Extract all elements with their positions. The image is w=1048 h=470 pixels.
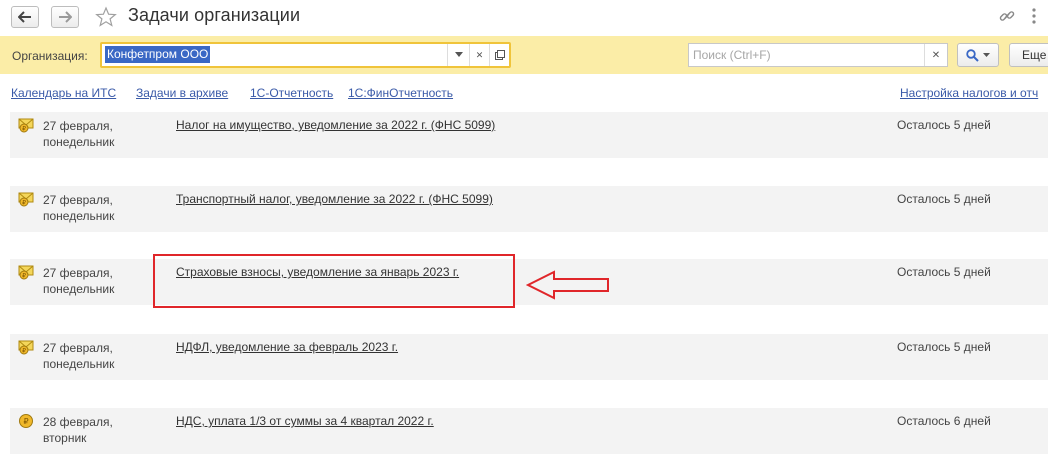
- envelope-coin-icon: ₽: [18, 340, 34, 355]
- task-row: ₽ 27 февраля, понедельник НДФЛ, уведомлен…: [10, 334, 1048, 380]
- favorite-star-icon[interactable]: [95, 6, 117, 28]
- task-link[interactable]: НДФЛ, уведомление за февраль 2023 г.: [176, 340, 398, 354]
- task-date: 28 февраля, вторник: [43, 414, 113, 446]
- search-button[interactable]: [957, 43, 999, 67]
- task-link[interactable]: Налог на имущество, уведомление за 2022 …: [176, 118, 495, 132]
- filter-bar: Организация: Конфетпром ООО ✕ ✕ Еще: [0, 36, 1048, 74]
- chevron-down-icon: [983, 52, 990, 57]
- more-button[interactable]: Еще: [1009, 43, 1048, 67]
- task-remaining: Осталось 6 дней: [897, 414, 991, 428]
- task-date-day: 27 февраля,: [43, 119, 113, 133]
- task-date: 27 февраля, понедельник: [43, 118, 114, 150]
- task-date: 27 февраля, понедельник: [43, 192, 114, 224]
- task-date: 27 февраля, понедельник: [43, 340, 114, 372]
- link-archive-tasks[interactable]: Задачи в архиве: [136, 86, 228, 100]
- svg-text:₽: ₽: [22, 125, 26, 132]
- link-1c-reporting[interactable]: 1С-Отчетность: [250, 86, 333, 100]
- task-link[interactable]: Транспортный налог, уведомление за 2022 …: [176, 192, 493, 206]
- arrow-right-icon: [59, 11, 72, 23]
- task-date-weekday: понедельник: [43, 135, 115, 149]
- task-row: ₽ 27 февраля, понедельник Транспортный на…: [10, 186, 1048, 232]
- clear-button[interactable]: ✕: [469, 44, 489, 66]
- task-date-day: 27 февраля,: [43, 341, 113, 355]
- more-vertical-icon[interactable]: [1025, 6, 1043, 26]
- svg-text:₽: ₽: [22, 199, 26, 206]
- search-input[interactable]: [693, 47, 923, 63]
- links-bar: Календарь на ИТС Задачи в архиве 1С-Отче…: [0, 74, 1048, 110]
- search-field[interactable]: ✕: [688, 43, 948, 67]
- link-tax-settings[interactable]: Настройка налогов и отч: [900, 86, 1038, 100]
- task-date: 27 февраля, понедельник: [43, 265, 114, 297]
- envelope-coin-icon: ₽: [18, 118, 34, 133]
- search-clear-button[interactable]: ✕: [924, 44, 947, 66]
- task-date-day: 27 февраля,: [43, 193, 113, 207]
- page-title: Задачи организации: [128, 5, 301, 25]
- title-bar: Задачи организации: [0, 0, 1048, 36]
- close-icon: ✕: [931, 49, 941, 61]
- arrow-left-icon: [18, 11, 31, 23]
- highlight-box: [153, 254, 515, 308]
- task-row: ₽ 27 февраля, понедельник Налог на имущес…: [10, 112, 1048, 158]
- back-button[interactable]: [11, 6, 39, 28]
- chevron-down-icon: [454, 52, 463, 57]
- envelope-coin-icon: ₽: [18, 265, 34, 280]
- close-icon: ✕: [475, 49, 484, 60]
- svg-text:₽: ₽: [22, 272, 26, 279]
- link-1c-finreporting[interactable]: 1С:ФинОтчетность: [348, 86, 453, 100]
- org-input[interactable]: Конфетпром ООО: [105, 46, 211, 63]
- arrow-left-annotation-icon: [526, 270, 609, 300]
- ruble-coin-icon: ₽: [19, 414, 33, 428]
- search-icon: [966, 48, 979, 62]
- task-link[interactable]: НДС, уплата 1/3 от суммы за 4 квартал 20…: [176, 414, 434, 428]
- task-row: ₽ 28 февраля, вторник НДС, уплата 1/3 от …: [10, 408, 1048, 454]
- svg-text:₽: ₽: [23, 417, 28, 426]
- org-label: Организация:: [12, 49, 88, 63]
- link-its-calendar[interactable]: Календарь на ИТС: [11, 86, 116, 100]
- dropdown-button[interactable]: [447, 44, 469, 66]
- task-remaining: Осталось 5 дней: [897, 192, 991, 206]
- task-date-day: 27 февраля,: [43, 266, 113, 280]
- task-date-weekday: понедельник: [43, 282, 115, 296]
- task-date-weekday: понедельник: [43, 209, 115, 223]
- envelope-coin-icon: ₽: [18, 192, 34, 207]
- forward-button[interactable]: [51, 6, 79, 28]
- org-field[interactable]: Конфетпром ООО ✕: [100, 42, 511, 68]
- task-date-weekday: вторник: [43, 431, 87, 445]
- task-remaining: Осталось 5 дней: [897, 265, 991, 279]
- task-date-weekday: понедельник: [43, 357, 115, 371]
- task-date-day: 28 февраля,: [43, 415, 113, 429]
- link-icon[interactable]: [998, 7, 1016, 25]
- open-button[interactable]: [489, 44, 509, 66]
- task-remaining: Осталось 5 дней: [897, 340, 991, 354]
- svg-text:₽: ₽: [22, 347, 26, 354]
- task-remaining: Осталось 5 дней: [897, 118, 991, 132]
- open-window-icon: [494, 50, 505, 60]
